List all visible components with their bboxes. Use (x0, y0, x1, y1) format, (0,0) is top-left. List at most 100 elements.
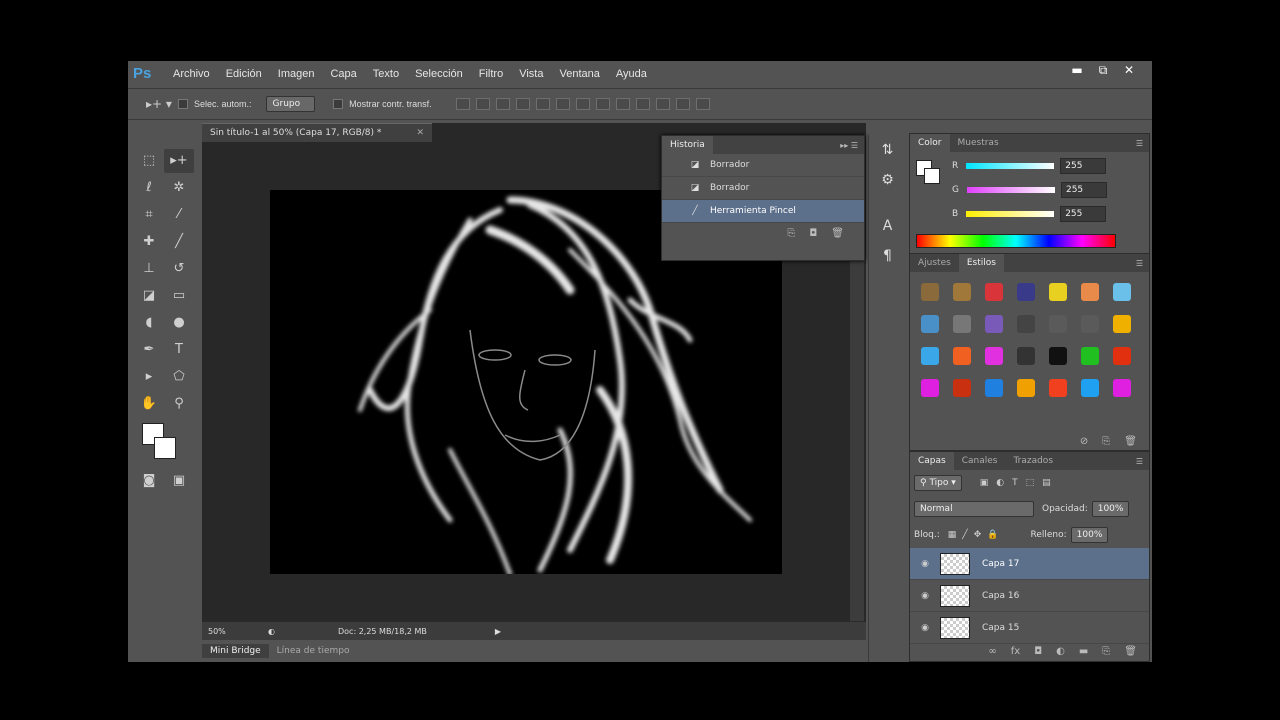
restore-button[interactable]: ⧉ (1090, 63, 1116, 79)
style-swatch[interactable] (1017, 379, 1035, 397)
magic-wand-tool-icon[interactable]: ✲ (164, 176, 194, 200)
blur-tool-icon[interactable]: ◖ (134, 311, 164, 335)
history-item[interactable]: ◪ Borrador (662, 177, 864, 200)
tab-mini-bridge[interactable]: Mini Bridge (202, 644, 269, 658)
status-menu-arrow-icon[interactable]: ▶ (495, 627, 501, 636)
link-layers-icon[interactable]: ∞ (988, 646, 996, 657)
new-layer-icon[interactable]: ⎘ (1102, 646, 1110, 657)
g-value-field[interactable]: 255 (1060, 182, 1107, 198)
style-swatch[interactable] (1113, 283, 1131, 301)
fx-icon[interactable]: fx (1011, 646, 1020, 657)
align-right-icon[interactable] (555, 98, 570, 110)
dodge-tool-icon[interactable]: ● (164, 311, 194, 335)
g-slider[interactable] (966, 187, 1055, 193)
align-top-icon[interactable] (455, 98, 470, 110)
close-document-icon[interactable]: ✕ (416, 124, 424, 142)
menu-ventana[interactable]: Ventana (559, 68, 599, 80)
distribute-left-icon[interactable] (635, 98, 650, 110)
panel-menu-icon[interactable]: ▸▸ ☰ (840, 141, 858, 150)
add-mask-icon[interactable]: ◘ (1034, 646, 1042, 657)
layer-row[interactable]: ◉ Capa 16 (910, 580, 1149, 612)
style-swatch[interactable] (985, 315, 1003, 333)
history-brush-tool-icon[interactable]: ↺ (164, 257, 194, 281)
tab-estilos[interactable]: Estilos (958, 254, 1004, 272)
marquee-tool-icon[interactable]: ⬚ (134, 149, 164, 173)
style-swatch[interactable] (1081, 315, 1099, 333)
show-transform-checkbox[interactable] (333, 99, 344, 109)
move-tool-icon[interactable]: ▸+ (164, 148, 194, 173)
b-value-field[interactable]: 255 (1060, 206, 1107, 222)
menu-texto[interactable]: Texto (373, 68, 399, 80)
fill-field[interactable]: 100% (1070, 527, 1109, 543)
menu-capa[interactable]: Capa (330, 68, 356, 80)
history-item[interactable]: ◪ Borrador (662, 154, 864, 177)
gradient-tool-icon[interactable]: ▭ (164, 284, 194, 308)
clear-style-icon[interactable]: ⊘ (1080, 436, 1088, 447)
menu-filtro[interactable]: Filtro (479, 68, 503, 80)
style-swatch[interactable] (1049, 347, 1067, 365)
adjustment-layer-icon[interactable]: ◐ (1056, 646, 1065, 657)
layer-filter-icons[interactable]: ▣◐T⬚▤ (980, 478, 1059, 488)
layer-row[interactable]: ◉ Capa 15 (910, 612, 1149, 644)
history-item-selected[interactable]: ╱ Herramienta Pincel (662, 200, 864, 223)
style-swatch[interactable] (985, 347, 1003, 365)
tab-historia[interactable]: Historia (662, 136, 713, 154)
screen-mode-icon[interactable]: ▣ (164, 469, 194, 493)
shape-tool-icon[interactable]: ⬠ (164, 365, 194, 389)
new-style-icon[interactable]: ⎘ (1102, 436, 1110, 447)
style-swatch[interactable] (921, 315, 939, 333)
paragraph-panel-icon[interactable]: ¶ (869, 241, 906, 271)
menu-imagen[interactable]: Imagen (278, 68, 315, 80)
background-color-swatch[interactable] (154, 437, 176, 459)
align-left-icon[interactable] (515, 98, 530, 110)
menu-vista[interactable]: Vista (519, 68, 543, 80)
character-panel-icon[interactable]: A (869, 211, 906, 241)
tab-trazados[interactable]: Trazados (1005, 452, 1061, 470)
style-swatch[interactable] (1017, 283, 1035, 301)
eye-icon[interactable]: ◉ (910, 559, 940, 569)
blend-mode-dropdown[interactable]: Normal (914, 501, 1034, 517)
layer-row-selected[interactable]: ◉ Capa 17 (910, 548, 1149, 580)
style-swatch[interactable] (1049, 283, 1067, 301)
close-button[interactable]: ✕ (1116, 63, 1142, 79)
eye-icon[interactable]: ◉ (910, 623, 940, 633)
move-tool-preset-icon[interactable]: ▸+ ▾ (146, 97, 178, 111)
distribute-hcenter-icon[interactable] (655, 98, 670, 110)
align-hcenter-icon[interactable] (535, 98, 550, 110)
auto-align-icon[interactable] (695, 98, 710, 110)
style-swatch[interactable] (1081, 283, 1099, 301)
menu-seleccion[interactable]: Selección (415, 68, 463, 80)
distribute-vcenter-icon[interactable] (595, 98, 610, 110)
style-swatch[interactable] (1113, 315, 1131, 333)
type-tool-icon[interactable]: T (164, 338, 194, 362)
style-swatch[interactable] (1017, 347, 1035, 365)
distribute-right-icon[interactable] (675, 98, 690, 110)
style-swatch[interactable] (1081, 379, 1099, 397)
style-swatch[interactable] (1017, 315, 1035, 333)
tab-color[interactable]: Color (910, 134, 950, 152)
crop-tool-icon[interactable]: ⌗ (134, 203, 164, 227)
minimize-button[interactable]: ▬ (1064, 63, 1090, 79)
tab-timeline[interactable]: Línea de tiempo (269, 644, 358, 658)
path-selection-tool-icon[interactable]: ▸ (134, 365, 164, 389)
trash-icon[interactable]: 🗑 (1124, 646, 1137, 657)
quick-mask-icon[interactable]: ◙ (134, 469, 164, 493)
panel-menu-icon[interactable]: ☰ (1136, 259, 1143, 268)
tab-canales[interactable]: Canales (954, 452, 1006, 470)
style-swatch[interactable] (953, 379, 971, 397)
style-swatch[interactable] (953, 283, 971, 301)
pen-tool-icon[interactable]: ✒ (134, 338, 164, 362)
new-group-icon[interactable]: ▬ (1079, 646, 1088, 657)
snapshot-camera-icon[interactable]: ◘ (809, 228, 817, 239)
style-swatch[interactable] (921, 347, 939, 365)
lock-icons[interactable]: ▦╱✥🔒 (948, 530, 1005, 540)
color-spectrum[interactable] (916, 234, 1116, 248)
healing-brush-tool-icon[interactable]: ✚ (134, 230, 164, 254)
opacity-field[interactable]: 100% (1091, 501, 1130, 517)
new-document-from-state-icon[interactable]: ⎘ (787, 228, 795, 239)
document-tab[interactable]: Sin título-1 al 50% (Capa 17, RGB/8) * ✕ (202, 123, 432, 142)
tab-capas[interactable]: Capas (910, 452, 954, 470)
eraser-tool-icon[interactable]: ◪ (134, 284, 164, 308)
panel-menu-icon[interactable]: ☰ (1136, 139, 1143, 148)
tab-muestras[interactable]: Muestras (950, 134, 1007, 152)
